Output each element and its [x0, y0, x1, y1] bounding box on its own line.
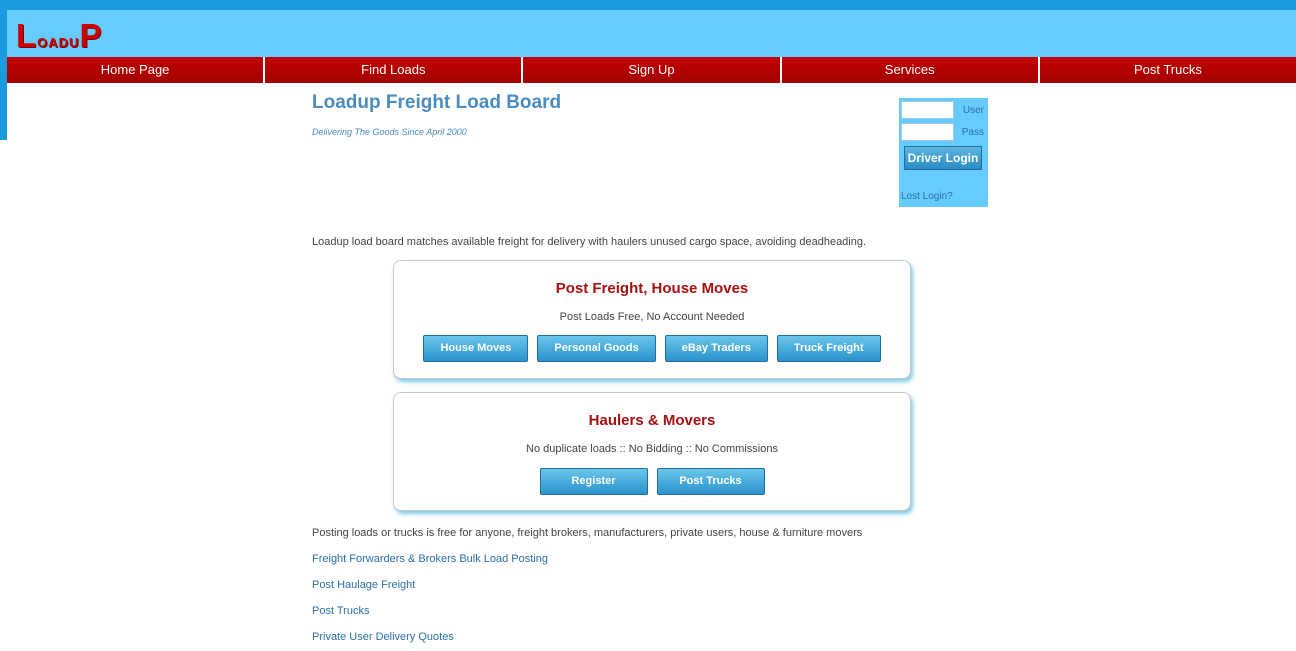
nav-sign-up[interactable]: Sign Up	[523, 57, 782, 83]
link-post-trucks[interactable]: Post Trucks	[312, 605, 548, 631]
window-frame-left	[0, 0, 7, 140]
site-logo[interactable]: LoaduP	[16, 19, 102, 52]
user-input[interactable]	[901, 101, 954, 119]
personal-goods-button[interactable]: Personal Goods	[537, 335, 656, 362]
logo-letter-p: P	[79, 17, 103, 54]
driver-login-panel: User Pass Driver Login Lost Login?	[899, 98, 988, 207]
logo-letters-oadu: oadu	[37, 31, 80, 52]
pass-input[interactable]	[901, 123, 954, 141]
user-label: User	[962, 104, 984, 116]
lost-login-link[interactable]: Lost Login?	[901, 191, 953, 202]
pass-label: Pass	[961, 126, 984, 138]
ebay-traders-button[interactable]: eBay Traders	[664, 335, 768, 362]
site-header: LoaduP	[7, 10, 1296, 57]
haulers-movers-subtitle: No duplicate loads :: No Bidding :: No C…	[526, 443, 778, 455]
house-moves-button[interactable]: House Moves	[423, 335, 529, 362]
post-freight-card: Post Freight, House Moves Post Loads Fre…	[393, 260, 911, 379]
posting-info-text: Posting loads or trucks is free for anyo…	[312, 527, 863, 539]
post-trucks-button[interactable]: Post Trucks	[656, 468, 765, 495]
tagline: Delivering The Goods Since April 2000	[312, 127, 467, 137]
link-private-user-quotes[interactable]: Private User Delivery Quotes	[312, 631, 548, 651]
user-row: User	[901, 101, 984, 119]
haulers-movers-card: Haulers & Movers No duplicate loads :: N…	[393, 392, 911, 511]
page-title: Loadup Freight Load Board	[312, 92, 562, 113]
main-nav: Home Page Find Loads Sign Up Services Po…	[7, 57, 1296, 83]
intro-text: Loadup load board matches available frei…	[312, 236, 867, 248]
posting-links: Freight Forwarders & Brokers Bulk Load P…	[312, 553, 548, 651]
main-heading-area: Loadup Freight Load Board Delivering The…	[312, 92, 932, 137]
pass-row: Pass	[901, 123, 984, 141]
register-button[interactable]: Register	[539, 468, 648, 495]
link-post-haulage-freight[interactable]: Post Haulage Freight	[312, 579, 548, 605]
post-freight-buttons: House Moves Personal Goods eBay Traders …	[394, 335, 910, 362]
logo-letter-l: L	[16, 17, 38, 54]
nav-services[interactable]: Services	[781, 57, 1040, 83]
truck-freight-button[interactable]: Truck Freight	[776, 335, 881, 362]
haulers-movers-buttons: Register Post Trucks	[394, 468, 910, 495]
window-frame-top	[0, 0, 1296, 10]
nav-home-page[interactable]: Home Page	[7, 57, 266, 83]
driver-login-button[interactable]: Driver Login	[904, 146, 982, 170]
post-freight-title: Post Freight, House Moves	[555, 280, 749, 297]
nav-find-loads[interactable]: Find Loads	[265, 57, 524, 83]
post-freight-subtitle: Post Loads Free, No Account Needed	[559, 311, 745, 323]
nav-post-trucks[interactable]: Post Trucks	[1039, 57, 1296, 83]
haulers-movers-title: Haulers & Movers	[588, 412, 716, 429]
link-bulk-load-posting[interactable]: Freight Forwarders & Brokers Bulk Load P…	[312, 553, 548, 579]
